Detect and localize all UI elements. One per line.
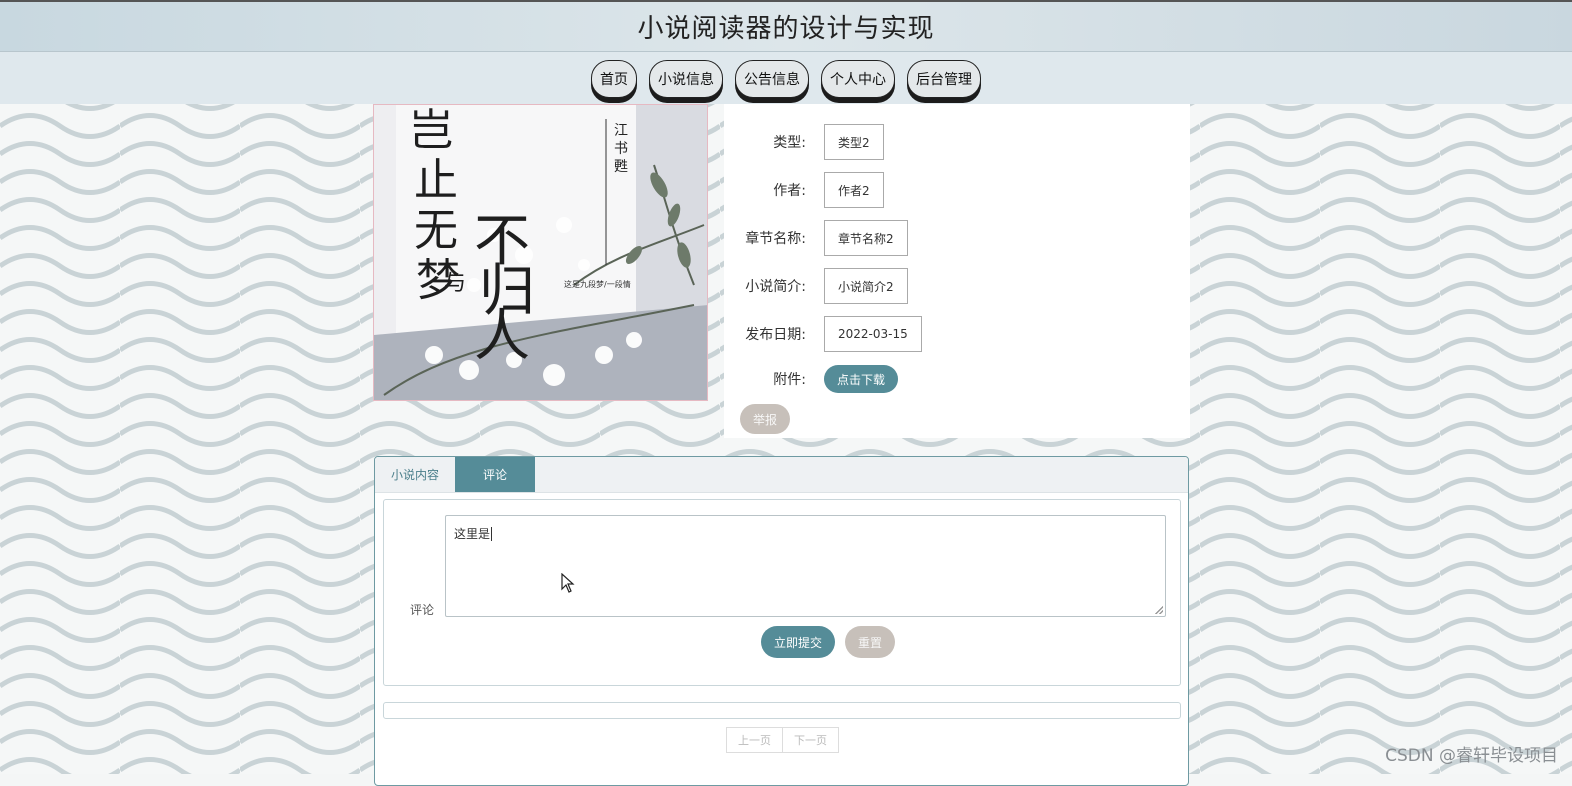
nav-admin[interactable]: 后台管理 [907,60,981,98]
prev-page-button[interactable]: 上一页 [726,727,783,753]
main-nav: 首页 小说信息 公告信息 个人中心 后台管理 [0,52,1572,104]
svg-text:岂: 岂 [409,105,453,156]
attachment-label: 附件: [773,372,806,388]
pagination: 上一页 下一页 [726,727,839,753]
content-comment-panel: 小说内容 评论 评论 这里是 立即提交 重置 上一页 下一页 [374,456,1189,786]
tab-comments[interactable]: 评论 [455,457,535,492]
date-value: 2022-03-15 [824,316,922,352]
chapter-label: 章节名称: [745,231,806,247]
watermark: CSDN @睿轩毕设项目 [1385,746,1558,766]
nav-announcements[interactable]: 公告信息 [735,60,809,98]
svg-text:止: 止 [414,155,458,206]
comment-actions: 立即提交 重置 [761,626,896,658]
svg-text:甦: 甦 [614,159,628,175]
report-button[interactable]: 举报 [740,404,791,434]
report-row: 举报 [740,404,791,434]
comment-textarea[interactable]: 这里是 [445,515,1166,617]
date-label: 发布日期: [745,327,806,343]
author-value: 作者2 [824,172,884,208]
mouse-pointer-icon [561,573,575,593]
comment-text: 这里是 [454,527,491,541]
site-header: 小说阅读器的设计与实现 [0,0,1572,52]
detail-row-type: 类型: 类型2 [724,124,884,160]
chapter-value: 章节名称2 [824,220,908,256]
svg-text:无: 无 [414,205,458,256]
nav-novel-info[interactable]: 小说信息 [649,60,723,98]
nav-home[interactable]: 首页 [591,60,637,98]
svg-text:江: 江 [614,123,628,139]
author-label: 作者: [773,183,806,199]
detail-row-intro: 小说简介: 小说简介2 [724,268,908,304]
detail-row-attachment: 附件: 点击下载 [724,365,899,393]
download-button[interactable]: 点击下载 [824,365,899,393]
nav-personal-center[interactable]: 个人中心 [821,60,895,98]
text-caret [491,527,493,541]
intro-value: 小说简介2 [824,268,908,304]
type-label: 类型: [773,135,806,151]
detail-row-chapter: 章节名称: 章节名称2 [724,220,908,256]
site-title: 小说阅读器的设计与实现 [637,14,935,44]
svg-text:与: 与 [444,271,466,296]
tab-novel-content[interactable]: 小说内容 [375,457,455,492]
submit-button[interactable]: 立即提交 [761,626,836,658]
svg-text:这是九段梦/一段情: 这是九段梦/一段情 [564,279,631,289]
svg-text:人: 人 [474,304,530,369]
comment-list [383,702,1181,719]
svg-text:书: 书 [614,141,628,157]
reset-button[interactable]: 重置 [845,626,896,658]
detail-row-author: 作者: 作者2 [724,172,884,208]
next-page-button[interactable]: 下一页 [783,727,839,753]
detail-row-date: 发布日期: 2022-03-15 [724,316,922,352]
intro-label: 小说简介: [745,279,806,295]
type-value: 类型2 [824,124,884,160]
novel-details-panel: 类型: 类型2 作者: 作者2 章节名称: 章节名称2 小说简介: 小说简介2 … [724,104,1190,438]
novel-cover-image: 江 书 甦 这是九段梦/一段情 岂 止 无 梦 与 不 归 人 [373,104,708,401]
comment-form: 评论 这里是 立即提交 重置 [383,499,1181,686]
resize-handle-icon[interactable] [1155,606,1163,614]
tab-bar: 小说内容 评论 [375,457,1188,493]
comment-label: 评论 [410,603,435,617]
